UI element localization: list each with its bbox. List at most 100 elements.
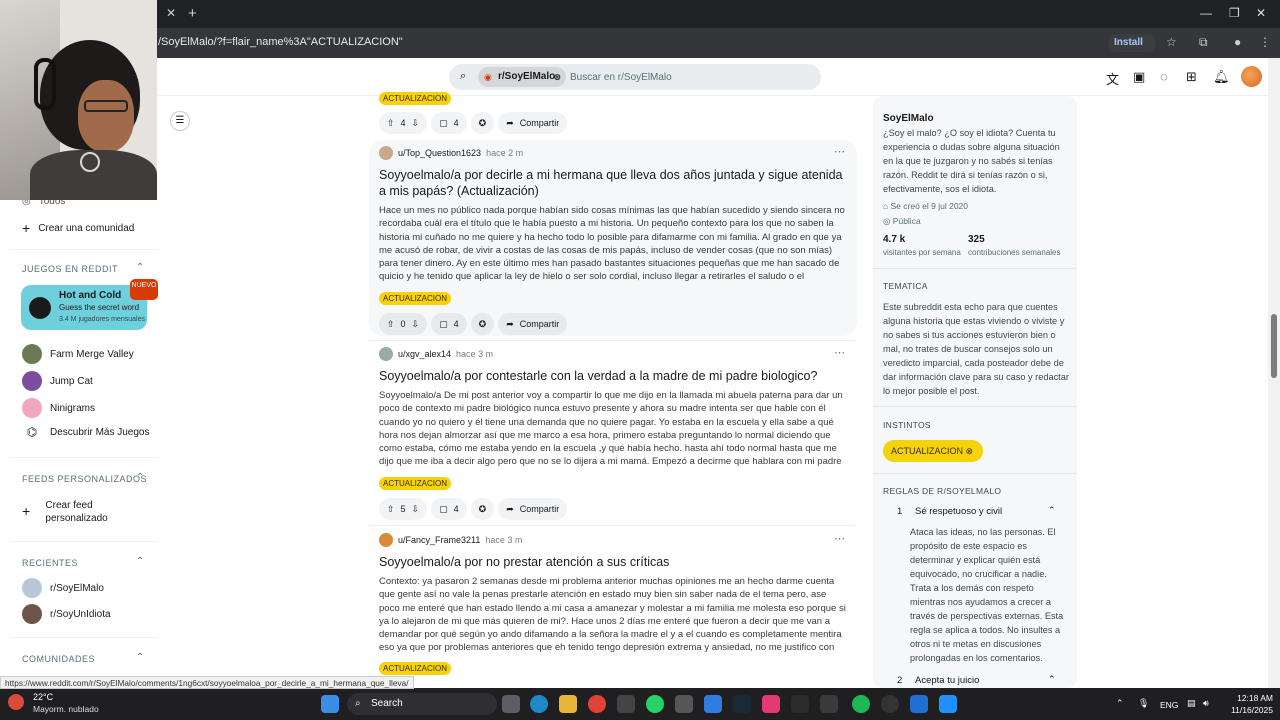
author-name[interactable]: u/Top_Question1623 xyxy=(398,148,481,158)
windows-start-icon[interactable] xyxy=(321,695,339,713)
menu-toggle-icon[interactable]: ☰ xyxy=(170,111,190,131)
maximize-icon[interactable]: ❐ xyxy=(1229,6,1240,20)
post-title[interactable]: Soyyoelmalo/a por no prestar atención a … xyxy=(379,554,849,570)
edge-icon[interactable] xyxy=(530,695,548,713)
more-options-icon[interactable]: ⋯ xyxy=(834,532,845,545)
microphone-icon[interactable]: 🎙︎ xyxy=(1138,698,1149,709)
author-name[interactable]: u/xgv_alex14 xyxy=(398,349,451,359)
share-button[interactable]: ➦ Compartir xyxy=(498,313,568,335)
taskbar-search[interactable]: ⌕ Search xyxy=(347,693,497,715)
create-feed-link[interactable]: + Crear feed personalizado xyxy=(22,499,132,525)
new-tab-icon[interactable]: + xyxy=(188,5,197,22)
user-avatar[interactable] xyxy=(1241,66,1262,87)
sidebar-recent-soyunidiota[interactable]: r/SoyUnIdiota xyxy=(22,604,111,624)
rule-title[interactable]: Sé respetuoso y civil xyxy=(915,506,1002,517)
chevron-up-icon[interactable]: ⌃ xyxy=(136,556,144,567)
post-title[interactable]: Soyyoelmalo/a por contestarle con la ver… xyxy=(379,368,849,384)
post-flair[interactable]: ACTUALIZACION xyxy=(379,92,452,105)
award-button[interactable]: ✪ xyxy=(470,313,495,335)
vote-control[interactable]: ⇧ 4 ⇩ xyxy=(379,112,428,134)
profile-icon[interactable]: ● xyxy=(1234,35,1241,49)
app-icon[interactable] xyxy=(617,695,635,713)
featured-game-card[interactable]: Hot and Cold Guess the secret word 3.4 M… xyxy=(21,285,147,330)
more-options-icon[interactable]: ⋯ xyxy=(834,145,845,158)
author-name[interactable]: u/Fancy_Frame3211 xyxy=(398,535,480,545)
whatsapp-icon[interactable] xyxy=(646,695,664,713)
scrollbar-thumb[interactable] xyxy=(1271,314,1277,378)
chevron-up-icon[interactable]: ⌃ xyxy=(1048,505,1056,516)
post-title[interactable]: Soyyoelmalo/a por decirle a mi hermana q… xyxy=(379,167,849,199)
chrome-menu-icon[interactable]: ⋮ xyxy=(1259,35,1271,49)
theme-heading: TEMATICA xyxy=(883,281,928,291)
vote-control[interactable]: ⇧ 0 ⇩ xyxy=(379,313,428,335)
sidebar-game-farm-merge-valley[interactable]: Farm Merge Valley xyxy=(22,344,134,364)
install-app-button[interactable]: Install xyxy=(1108,34,1156,52)
chevron-up-icon[interactable]: ⌃ xyxy=(136,652,144,663)
advertise-icon[interactable]: ▣ xyxy=(1133,69,1145,85)
clock-time[interactable]: 12:18 AM xyxy=(1233,693,1273,703)
outlook-icon[interactable] xyxy=(910,695,928,713)
translate-icon[interactable]: 文 xyxy=(1106,69,1119,88)
create-post-icon[interactable]: ⊞ xyxy=(1186,69,1197,85)
close-tab-icon[interactable]: ✕ xyxy=(166,6,176,20)
weather-icon[interactable] xyxy=(8,694,24,710)
app-icon[interactable] xyxy=(881,695,899,713)
comments-button[interactable]: ▢ 4 xyxy=(431,112,467,134)
upvote-icon[interactable]: ⇧ xyxy=(387,118,395,129)
bookmark-star-icon[interactable]: ☆ xyxy=(1166,35,1177,49)
upvote-icon[interactable]: ⇧ xyxy=(387,504,395,515)
post-flair[interactable]: ACTUALIZACION xyxy=(379,477,452,490)
volume-icon[interactable]: 🔊︎ xyxy=(1203,698,1209,709)
extensions-icon[interactable]: ⧉ xyxy=(1199,35,1208,50)
sidebar-game-jump-cat[interactable]: Jump Cat xyxy=(22,371,93,391)
downvote-icon[interactable]: ⇩ xyxy=(412,319,420,330)
file-explorer-icon[interactable] xyxy=(559,695,577,713)
downvote-icon[interactable]: ⇩ xyxy=(412,118,420,129)
clear-filter-icon[interactable]: ⊗ xyxy=(966,446,974,456)
app-icon[interactable] xyxy=(939,695,957,713)
sidebar-game-ninigrams[interactable]: Ninigrams xyxy=(22,398,95,418)
post-flair[interactable]: ACTUALIZACION xyxy=(379,292,452,305)
minimize-icon[interactable]: — xyxy=(1200,6,1212,20)
clock-date[interactable]: 11/16/2025 xyxy=(1220,705,1273,715)
app-icon[interactable] xyxy=(791,695,809,713)
url-text[interactable]: /SoyElMalo/?f=flair_name%3A"ACTUALIZACIO… xyxy=(158,36,403,48)
create-community-link[interactable]: + Crear una comunidad xyxy=(22,220,134,236)
more-options-icon[interactable]: ⋯ xyxy=(834,346,845,359)
spotify-icon[interactable] xyxy=(852,695,870,713)
search-icon: ⌕ xyxy=(355,698,361,709)
community-search-chip[interactable]: ◉ r/SoyElMalo ⊗ xyxy=(478,67,566,87)
chrome-icon[interactable] xyxy=(588,695,606,713)
steam-icon[interactable] xyxy=(733,695,751,713)
share-button[interactable]: ➦ Compartir xyxy=(498,112,568,134)
sidebar-recent-soyelmalo[interactable]: r/SoyElMalo xyxy=(22,578,104,598)
flair-filter-chip[interactable]: ACTUALIZACION ⊗ xyxy=(883,440,984,462)
chevron-up-icon[interactable]: ⌃ xyxy=(136,262,144,273)
downvote-icon[interactable]: ⇩ xyxy=(412,504,420,515)
comments-button[interactable]: ▢ 4 xyxy=(431,313,467,335)
app-icon[interactable] xyxy=(820,695,838,713)
todo-icon[interactable] xyxy=(704,695,722,713)
post-flair[interactable]: ACTUALIZACION xyxy=(379,662,452,675)
comments-button[interactable]: ▢ 4 xyxy=(431,498,467,520)
tiktok-icon[interactable] xyxy=(762,695,780,713)
award-icon: ✪ xyxy=(478,318,487,329)
award-button[interactable]: ✪ xyxy=(470,112,495,134)
language-indicator[interactable]: ENG xyxy=(1160,700,1178,710)
network-icon[interactable]: ▤ xyxy=(1187,698,1196,709)
award-button[interactable]: ✪ xyxy=(470,498,495,520)
close-window-icon[interactable]: ✕ xyxy=(1256,6,1266,20)
notifications-icon[interactable]: 🔔︎ xyxy=(1213,69,1230,85)
calculator-icon[interactable] xyxy=(675,695,693,713)
share-button[interactable]: ➦ Compartir xyxy=(498,498,568,520)
chevron-up-icon[interactable]: ⌃ xyxy=(1048,674,1056,685)
rule-title[interactable]: Acepta tu juicio xyxy=(915,675,979,686)
tray-chevron-icon[interactable]: ⌃ xyxy=(1116,698,1124,709)
sidebar-discover-games[interactable]: ⌬ Descubrir Más Juegos xyxy=(22,425,150,439)
chevron-up-icon[interactable]: ⌃ xyxy=(136,472,144,483)
vote-control[interactable]: ⇧ 5 ⇩ xyxy=(379,498,428,520)
chat-icon[interactable]: ◌ xyxy=(1160,69,1168,84)
task-view-icon[interactable] xyxy=(502,695,520,713)
clear-chip-icon[interactable]: ⊗ xyxy=(553,67,561,87)
upvote-icon[interactable]: ⇧ xyxy=(387,319,395,330)
